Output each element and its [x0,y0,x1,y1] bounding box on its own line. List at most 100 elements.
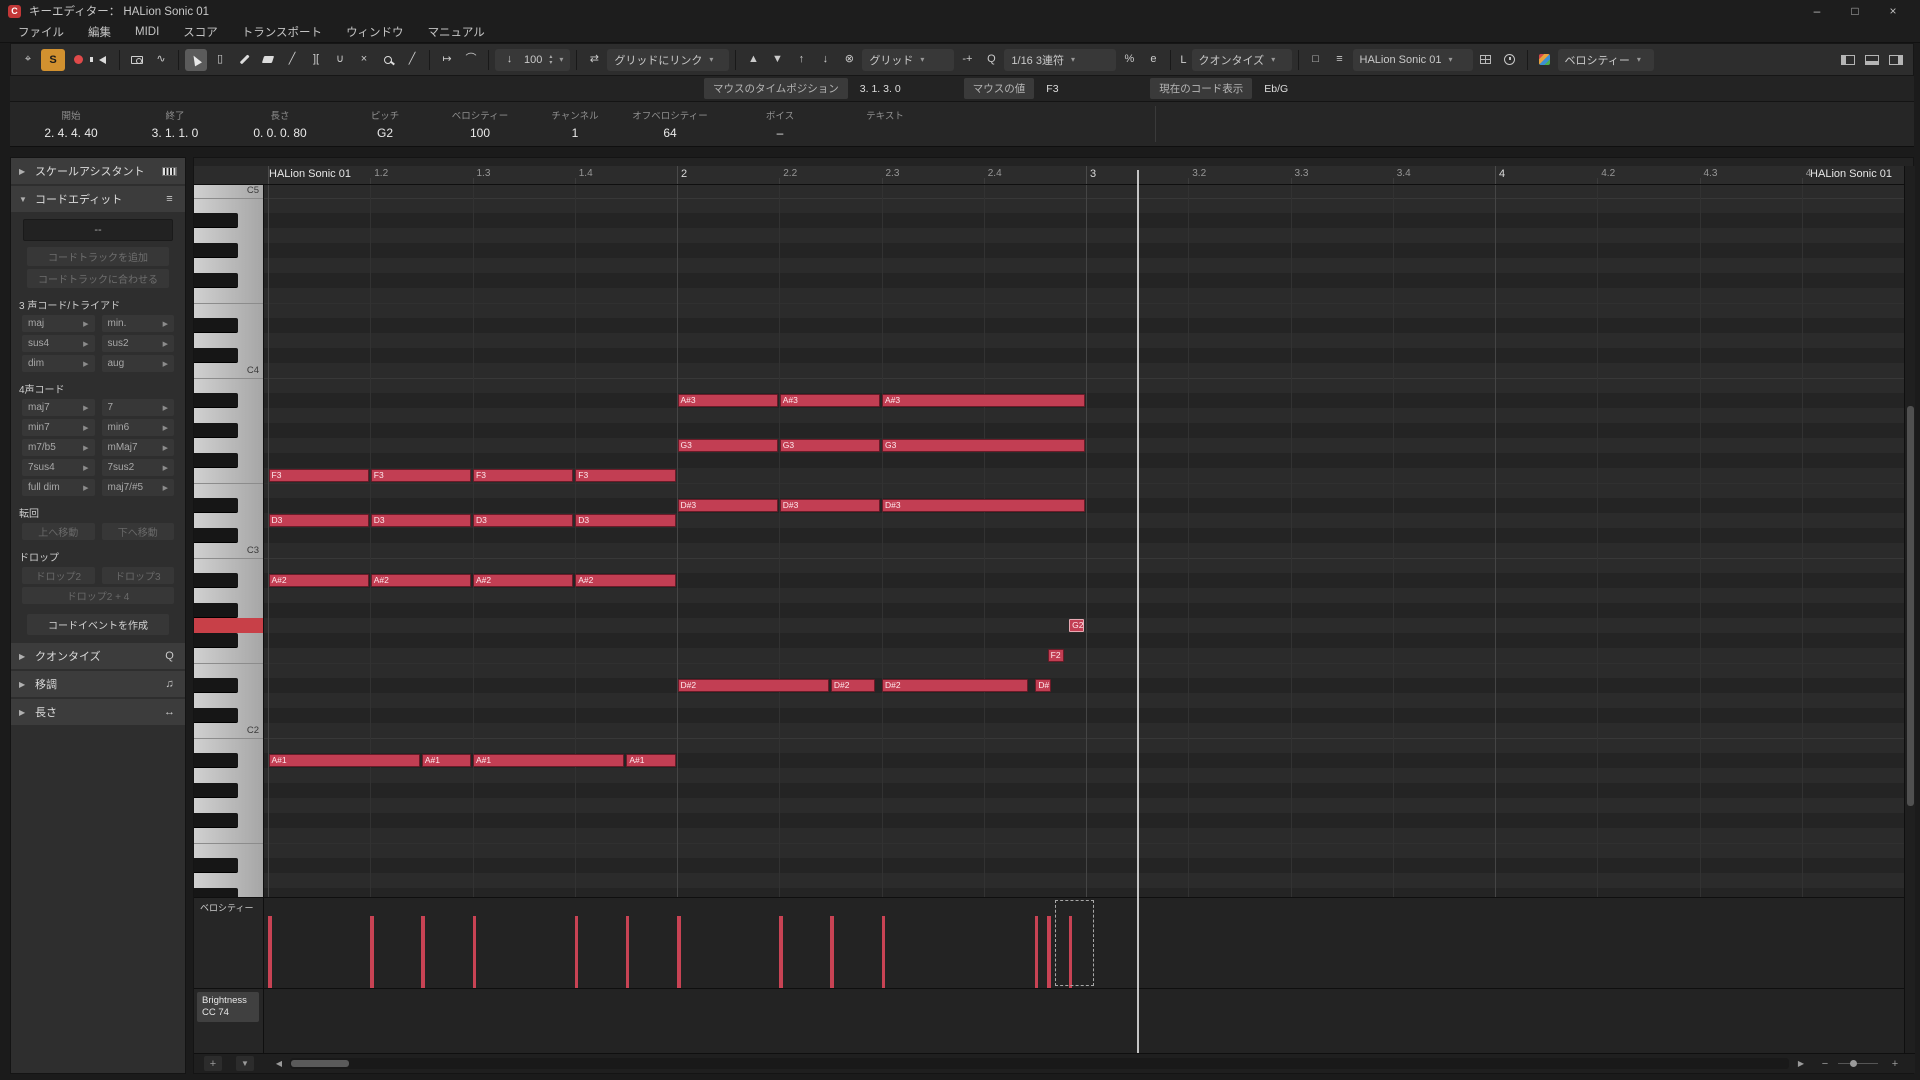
midi-note-g2[interactable]: G2 [1069,619,1084,632]
highlighted-key-g2[interactable] [194,618,263,633]
quantize-preset-dropdown[interactable]: 1/16 3連符▾ [1004,49,1116,71]
info-field-value[interactable]: – [725,126,835,140]
midi-note-d3[interactable]: D3 [473,514,573,527]
midi-note-g3[interactable]: G3 [678,439,778,452]
midi-note-ds3[interactable]: D#3 [678,499,778,512]
midi-note-f3[interactable]: F3 [473,469,573,482]
chord-button-7sus4[interactable]: 7sus4▶ [22,459,95,476]
velocity-bar[interactable] [779,916,783,988]
menu-item-edit[interactable]: 編集 [76,24,123,40]
vertical-scrollbar[interactable] [1904,166,1915,1053]
close-button[interactable]: × [1874,4,1912,18]
black-key[interactable] [194,423,238,438]
menu-item-midi[interactable]: MIDI [123,26,171,38]
left-zone-toggle-button[interactable] [1837,49,1859,71]
velocity-bar[interactable] [575,916,579,988]
insert-velocity-stepper[interactable]: ▴▾ [549,54,552,66]
info-field-value[interactable]: 3. 1. 1. 0 [120,126,230,140]
tool-mute-button[interactable]: × [353,49,375,71]
cc-lane-label-box[interactable]: BrightnessCC 74 [197,992,259,1022]
transpose-down-button[interactable]: ▼ [766,49,788,71]
black-key[interactable] [194,783,238,798]
black-key[interactable] [194,633,238,648]
midi-note-as2[interactable]: A#2 [473,574,573,587]
midi-note-g3[interactable]: G3 [780,439,880,452]
chord-button-min[interactable]: min.▶ [102,315,175,332]
chord-button-maj75[interactable]: maj7/#5▶ [102,479,175,496]
midi-note-as1[interactable]: A#1 [473,754,624,767]
midi-note-as1[interactable]: A#1 [422,754,471,767]
black-key[interactable] [194,813,238,828]
cc-lane-header[interactable]: BrightnessCC 74 [194,988,264,1053]
grid-type-dropdown[interactable]: グリッド▾ [862,49,954,71]
menu-item-score[interactable]: スコア [171,24,230,40]
tool-range-button[interactable]: ▯ [209,49,231,71]
info-field-value[interactable]: 0. 0. 0. 80 [225,126,335,140]
section-header-quantize[interactable]: ▶クオンタイズQ [11,643,185,669]
velocity-bar[interactable] [370,916,374,988]
midi-note-d3[interactable]: D3 [575,514,675,527]
black-key[interactable] [194,603,238,618]
velocity-bar[interactable] [882,916,886,988]
black-key[interactable] [194,888,238,897]
add-controller-lane-button[interactable]: + [204,1056,222,1071]
menu-item-file[interactable]: ファイル [6,24,76,40]
section-header-chord-edit[interactable]: ▼コードエディット≡ [11,186,185,212]
event-colors-dropdown[interactable]: ベロシティー▾ [1558,49,1654,71]
tool-erase-button[interactable] [257,49,279,71]
black-key[interactable] [194,453,238,468]
black-key[interactable] [194,348,238,363]
scroll-left-button[interactable]: ◀ [270,1056,288,1071]
velocity-bar[interactable] [1035,916,1039,988]
chord-button-fulldim[interactable]: full dim▶ [22,479,95,496]
scroll-right-button[interactable]: ▶ [1792,1056,1810,1071]
velocity-bar[interactable] [473,916,477,988]
velocity-bar[interactable] [1047,916,1051,988]
black-key[interactable] [194,753,238,768]
iterative-quantize-button[interactable]: % [1118,49,1140,71]
velocity-bar[interactable] [268,916,272,988]
chord-button-aug[interactable]: aug▶ [102,355,175,372]
event-colors-button[interactable] [1534,49,1556,71]
info-field-value[interactable]: 64 [615,126,725,140]
info-field-value[interactable]: 1 [520,126,630,140]
acoustic-feedback-button[interactable] [91,49,113,71]
right-zone-toggle-button[interactable] [1885,49,1907,71]
chord-button-min6[interactable]: min6▶ [102,419,175,436]
curve-button[interactable]: ⌒ [460,49,482,71]
midi-note-g3[interactable]: G3 [882,439,1085,452]
velocity-lane[interactable] [264,897,1904,988]
cc-lane[interactable] [264,988,1904,1053]
midi-note-as2[interactable]: A#2 [575,574,675,587]
midi-note-as1[interactable]: A#1 [626,754,675,767]
zoom-out-button[interactable]: − [1816,1056,1834,1071]
zoom-in-button[interactable]: + [1886,1056,1904,1071]
menu-item-manual[interactable]: マニュアル [416,24,497,40]
snap-type-dropdown[interactable]: グリッドにリンク▾ [607,49,729,71]
velocity-bar[interactable] [421,916,425,988]
black-key[interactable] [194,213,238,228]
lower-zone-toggle-button[interactable] [1861,49,1883,71]
midi-note-f3[interactable]: F3 [269,469,369,482]
edit-active-part-button[interactable]: ≡ [1329,49,1351,71]
vertical-scrollbar-thumb[interactable] [1907,406,1914,806]
black-key[interactable] [194,318,238,333]
section-header-transpose[interactable]: ▶移調♫ [11,671,185,697]
black-key[interactable] [194,243,238,258]
note-grid[interactable]: A#3A#3A#3G3G3G3F3F3F3F3D#3D#3D#3D3D3D3D3… [264,185,1904,897]
velocity-bar[interactable] [677,916,681,988]
midi-note-d3[interactable]: D3 [269,514,369,527]
black-key[interactable] [194,393,238,408]
snap-button[interactable]: ⇄ [583,49,605,71]
velocity-bar[interactable] [626,916,630,988]
tool-draw-button[interactable] [233,49,255,71]
midi-note-f3[interactable]: F3 [371,469,471,482]
solo-button[interactable]: S [41,49,65,71]
independent-loop-button[interactable] [1499,49,1521,71]
midi-note-as3[interactable]: A#3 [780,394,880,407]
chord-button-mmaj7[interactable]: mMaj7▶ [102,439,175,456]
info-field-value[interactable]: G2 [330,126,440,140]
snapshot-button[interactable] [126,49,148,71]
menu-item-window[interactable]: ウィンドウ [334,24,416,40]
info-field-value[interactable]: 2. 4. 4. 40 [16,126,126,140]
